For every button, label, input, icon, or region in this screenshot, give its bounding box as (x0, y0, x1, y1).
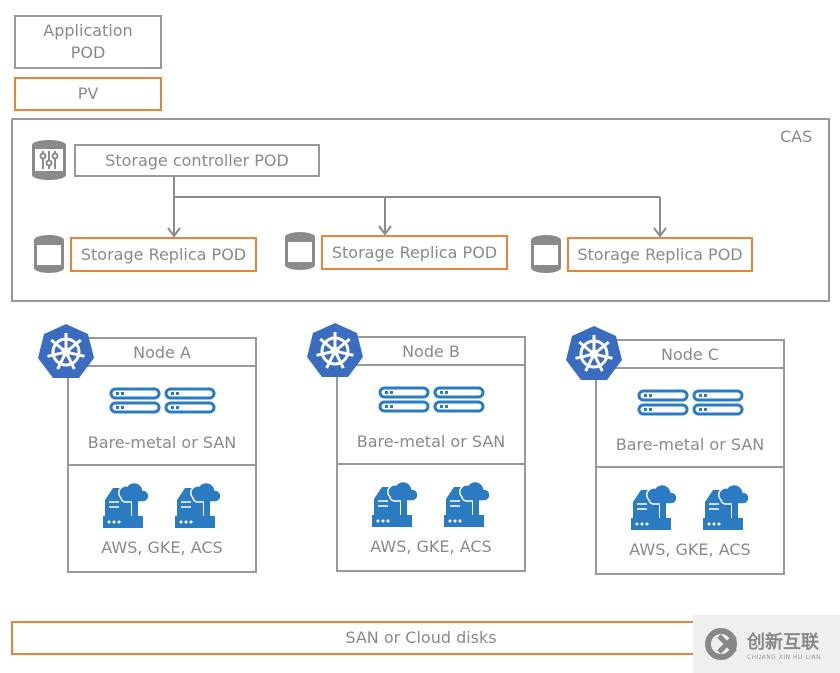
kubernetes-icon (564, 324, 624, 388)
cloud-server-icon (101, 478, 150, 534)
storage-label: Bare-metal or SAN (615, 435, 765, 454)
storage-replica-pod: Storage Replica POD (567, 237, 753, 272)
storage-replica-pod: Storage Replica POD (321, 235, 508, 270)
storage-label: Bare-metal or SAN (87, 433, 237, 452)
server-rack-icon (378, 386, 488, 418)
cylinder-disk-icon (531, 235, 561, 273)
cloud-label: AWS, GKE, ACS (629, 540, 751, 559)
storage-replica-label: Storage Replica POD (331, 242, 498, 262)
cloud-section: AWS, GKE, ACS (338, 465, 524, 569)
server-rack-icon (637, 389, 747, 421)
bare-metal-section: Bare-metal or SAN (597, 369, 783, 468)
storage-label: Bare-metal or SAN (356, 432, 506, 451)
cloud-server-icon (442, 477, 491, 533)
node-header: Node A (69, 339, 255, 367)
node-name: Node C (660, 344, 719, 364)
watermark: 创新互联 CHUANG XIN HU LIAN (693, 615, 840, 673)
kubernetes-icon (36, 322, 96, 386)
server-rack-icon (109, 387, 219, 419)
watermark-logo-icon (705, 628, 737, 660)
cloud-section: AWS, GKE, ACS (69, 466, 255, 570)
san-cloud-disks-label: SAN or Cloud disks (345, 628, 497, 647)
storage-replica-label: Storage Replica POD (80, 244, 247, 264)
cloud-server-icon (629, 480, 678, 536)
node-name: Node A (133, 342, 191, 362)
node-name: Node B (402, 341, 460, 361)
cloud-server-icon (701, 480, 750, 536)
cylinder-disk-icon (34, 235, 64, 273)
cloud-server-icon (173, 478, 222, 534)
kubernetes-icon (305, 321, 365, 385)
cloud-server-icon (370, 477, 419, 533)
storage-replica-pod: Storage Replica POD (70, 237, 257, 272)
cloud-label: AWS, GKE, ACS (101, 538, 223, 557)
node-header: Node B (338, 338, 524, 366)
watermark-text: 创新互联 (747, 631, 819, 653)
cloud-label: AWS, GKE, ACS (370, 537, 492, 556)
watermark-subtext: CHUANG XIN HU LIAN (747, 653, 822, 661)
bare-metal-section: Bare-metal or SAN (69, 367, 255, 466)
node-header: Node C (597, 341, 783, 369)
diagram: Application POD PV CAS Storage controlle… (0, 0, 840, 673)
cylinder-disk-icon (285, 232, 315, 270)
storage-replica-label: Storage Replica POD (577, 244, 743, 264)
bare-metal-section: Bare-metal or SAN (338, 366, 524, 465)
cloud-section: AWS, GKE, ACS (597, 468, 783, 572)
